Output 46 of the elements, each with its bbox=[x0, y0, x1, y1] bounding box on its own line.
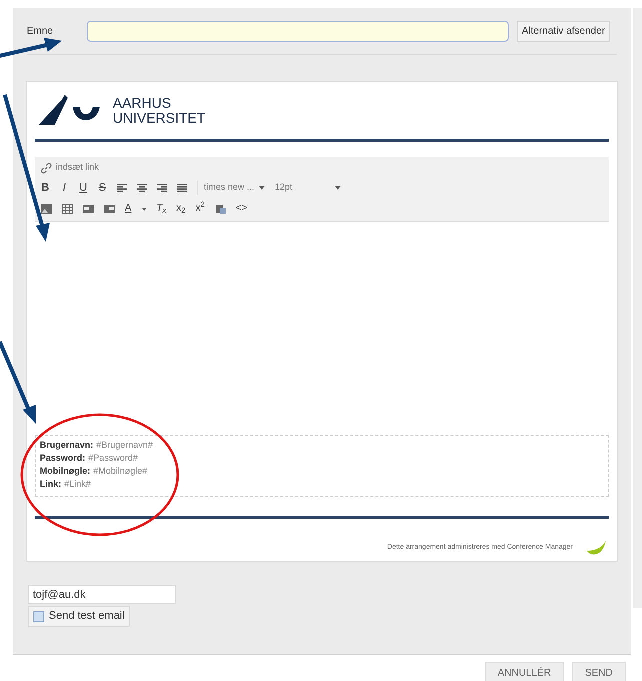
paste-icon[interactable] bbox=[214, 204, 226, 214]
alternative-sender-button[interactable]: Alternativ afsender bbox=[517, 20, 610, 42]
send-button[interactable]: SEND bbox=[572, 662, 626, 681]
document-icon bbox=[33, 610, 45, 622]
font-dropdown[interactable]: times new ... bbox=[197, 181, 265, 195]
format-button[interactable]: S bbox=[98, 180, 107, 196]
format-button[interactable]: x$^{2}$ bbox=[196, 204, 205, 214]
table-icon[interactable] bbox=[62, 204, 73, 214]
link-icon bbox=[41, 162, 52, 174]
format-button[interactable]: <> bbox=[236, 204, 248, 214]
placeholder-token: #Password# bbox=[88, 452, 138, 465]
align-left-icon[interactable] bbox=[117, 184, 127, 192]
send-test-email-button[interactable]: Send test email bbox=[28, 606, 130, 627]
justify-icon[interactable] bbox=[177, 184, 187, 192]
field-label: Mobilnøgle: bbox=[40, 465, 90, 478]
align-center-icon[interactable] bbox=[137, 184, 147, 192]
caret-icon[interactable] bbox=[335, 186, 341, 190]
placeholder-token: #Mobilnøgle# bbox=[94, 465, 148, 478]
caret-icon[interactable] bbox=[142, 208, 147, 210]
format-button[interactable]: I bbox=[60, 180, 69, 196]
format-button[interactable]: T$_{x}$ bbox=[156, 204, 167, 214]
caret-icon[interactable] bbox=[259, 186, 265, 190]
format-button[interactable]: A bbox=[125, 204, 132, 214]
placeholder-token: #Brugernavn# bbox=[96, 439, 154, 452]
outdent-icon[interactable] bbox=[83, 204, 94, 214]
format-button[interactable]: B bbox=[41, 180, 50, 196]
cancel-button[interactable]: ANNULLÉR bbox=[484, 662, 564, 681]
indent-icon[interactable] bbox=[104, 204, 115, 214]
leaf-icon bbox=[585, 539, 607, 557]
subject-field[interactable] bbox=[87, 20, 509, 42]
align-right-icon[interactable] bbox=[157, 184, 167, 192]
format-button[interactable]: U bbox=[79, 180, 88, 196]
arrow bbox=[0, 38, 62, 58]
logo-icon bbox=[39, 94, 101, 126]
logo-text: AARHUS bbox=[113, 96, 172, 110]
subject-label: Emne bbox=[27, 24, 54, 38]
field-label: Link: bbox=[40, 478, 62, 491]
image-icon[interactable] bbox=[41, 204, 52, 214]
test-email-field[interactable]: tojf@au.dk bbox=[28, 585, 176, 604]
placeholder-token: #Link# bbox=[64, 478, 92, 491]
insert-link-button[interactable]: indsæt link bbox=[56, 161, 100, 175]
logo-text: UNIVERSITET bbox=[113, 110, 206, 126]
size-dropdown[interactable]: 12pt bbox=[275, 181, 341, 195]
format-button[interactable]: x$_{2}$ bbox=[176, 204, 186, 214]
field-label: Password: bbox=[40, 452, 86, 465]
field-label: Brugernavn: bbox=[40, 439, 94, 452]
